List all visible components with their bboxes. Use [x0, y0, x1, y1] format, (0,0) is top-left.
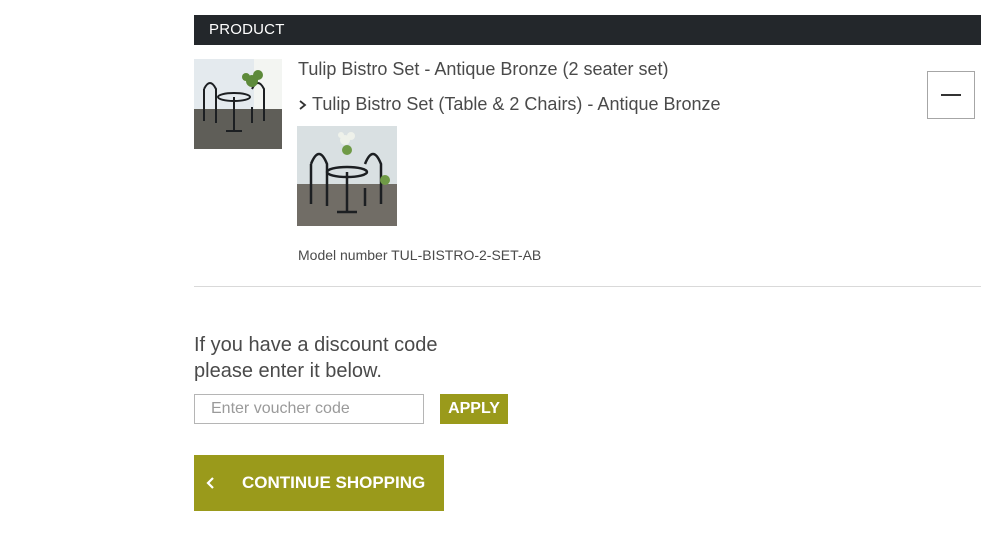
voucher-code-input[interactable] — [194, 394, 424, 424]
bistro-set-photo-icon — [297, 126, 397, 226]
continue-shopping-button[interactable]: CONTINUE SHOPPING — [194, 455, 444, 511]
variant-label: Tulip Bistro Set (Table & 2 Chairs) - An… — [312, 94, 721, 114]
continue-shopping-label: CONTINUE SHOPPING — [242, 473, 426, 492]
minus-icon — [941, 94, 961, 96]
chevron-right-icon — [299, 99, 307, 110]
product-column-header: PRODUCT — [194, 15, 981, 45]
product-title[interactable]: Tulip Bistro Set - Antique Bronze (2 sea… — [298, 59, 669, 80]
model-number: Model number TUL-BISTRO-2-SET-AB — [298, 247, 542, 263]
discount-instructions: If you have a discount code please enter… — [194, 332, 438, 384]
bistro-set-photo-icon — [194, 59, 282, 149]
apply-button[interactable]: APPLY — [440, 394, 508, 424]
product-thumbnail[interactable] — [194, 59, 282, 149]
chevron-left-icon — [206, 477, 214, 489]
divider — [194, 286, 981, 287]
product-variant: Tulip Bistro Set (Table & 2 Chairs) - An… — [296, 94, 721, 115]
discount-line-1: If you have a discount code — [194, 334, 438, 356]
remove-item-button[interactable] — [927, 71, 975, 119]
variant-thumbnail[interactable] — [297, 126, 397, 226]
discount-line-2: please enter it below. — [194, 360, 382, 382]
